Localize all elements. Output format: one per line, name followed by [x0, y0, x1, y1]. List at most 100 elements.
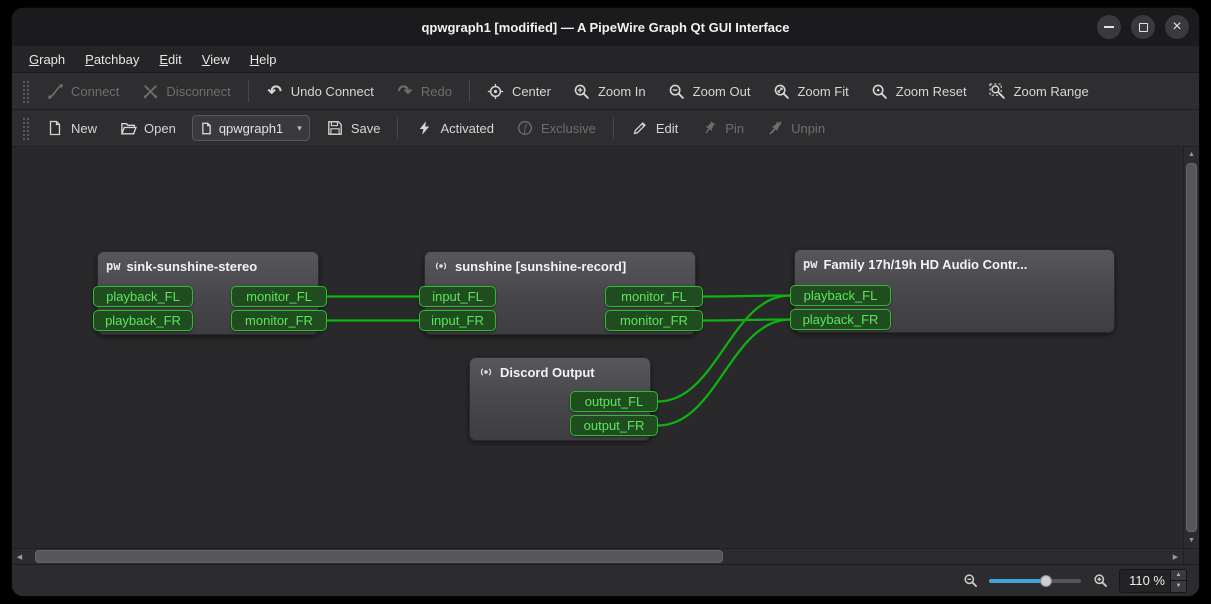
zoom-value: 110 % [1120, 570, 1170, 592]
port-monitor-fl[interactable]: monitor_FL [605, 286, 703, 307]
port-monitor-fr[interactable]: monitor_FR [605, 310, 703, 331]
zoom-slider-handle[interactable] [1040, 575, 1052, 587]
node-discord-output[interactable]: Discord Output output_FL output_FR [469, 357, 651, 441]
zoom-out-small-icon[interactable] [961, 572, 979, 590]
spinbox-arrows: ▲ ▼ [1170, 570, 1186, 592]
new-button[interactable]: New [36, 114, 107, 143]
menu-graph[interactable]: Graph [20, 49, 74, 70]
open-button[interactable]: Open [109, 114, 186, 143]
port-output-fr[interactable]: output_FR [570, 415, 658, 436]
scrollbar-corner [1183, 549, 1199, 564]
activated-bolt-icon [415, 119, 433, 137]
activated-button[interactable]: Activated [405, 114, 503, 143]
port-input-fr[interactable]: input_FR [419, 310, 496, 331]
toolbar-separator [613, 117, 614, 139]
save-icon [326, 119, 344, 137]
patchbay-file-icon [200, 122, 213, 135]
port-monitor-fr[interactable]: monitor_FR [231, 310, 327, 331]
port-output-fl[interactable]: output_FL [570, 391, 658, 412]
maximize-button[interactable] [1131, 15, 1155, 39]
close-button[interactable]: × [1165, 15, 1189, 39]
scroll-left-button[interactable]: ◀ [12, 549, 27, 564]
menu-patchbay[interactable]: Patchbay [76, 49, 148, 70]
disconnect-button[interactable]: Disconnect [131, 77, 240, 106]
minimize-button[interactable] [1097, 15, 1121, 39]
edit-label: Edit [656, 121, 678, 136]
new-file-icon [46, 119, 64, 137]
edge-sunshine-monitor-fr-to-family-playback-fr[interactable] [703, 320, 790, 321]
minimize-icon [1104, 26, 1114, 28]
node-header: pw Family 17h/19h HD Audio Contr... [794, 249, 1115, 279]
scroll-right-button[interactable]: ▶ [1168, 549, 1183, 564]
save-label: Save [351, 121, 381, 136]
port-monitor-fl[interactable]: monitor_FL [231, 286, 327, 307]
zoom-in-button[interactable]: Zoom In [563, 77, 656, 106]
zoom-fit-button[interactable]: Zoom Fit [762, 77, 858, 106]
node-header: pw sink-sunshine-stereo [97, 251, 319, 281]
redo-label: Redo [421, 84, 452, 99]
zoom-reset-label: Zoom Reset [896, 84, 967, 99]
pin-button[interactable]: Pin [690, 114, 754, 143]
menu-edit[interactable]: Edit [150, 49, 190, 70]
redo-button[interactable]: ↷ Redo [386, 77, 462, 106]
menu-view[interactable]: View [193, 49, 239, 70]
port-playback-fl[interactable]: playback_FL [93, 286, 193, 307]
exclusive-button[interactable]: f Exclusive [506, 114, 606, 143]
connect-icon [46, 82, 64, 100]
pin-icon [700, 119, 718, 137]
node-header: Discord Output [469, 357, 651, 387]
zoom-in-small-icon[interactable] [1091, 572, 1109, 590]
edit-button[interactable]: Edit [621, 114, 688, 143]
port-playback-fl[interactable]: playback_FL [790, 285, 891, 306]
scroll-up-button[interactable]: ▲ [1184, 147, 1199, 162]
menu-help[interactable]: Help [241, 49, 286, 70]
zoom-slider[interactable] [989, 573, 1081, 589]
vertical-scrollbar[interactable]: ▲ ▼ [1183, 147, 1199, 548]
zoom-range-button[interactable]: Zoom Range [979, 77, 1099, 106]
node-sink-sunshine-stereo[interactable]: pw sink-sunshine-stereo playback_FL play… [97, 251, 319, 335]
horizontal-scroll-track[interactable] [27, 549, 1168, 564]
horizontal-scrollbar[interactable]: ◀ ▶ [12, 549, 1183, 564]
port-playback-fr[interactable]: playback_FR [93, 310, 193, 331]
close-icon: × [1172, 19, 1181, 35]
pipewire-icon: pw [803, 257, 817, 271]
zoom-spinbox[interactable]: 110 % ▲ ▼ [1119, 569, 1187, 593]
patchbay-profile-combo[interactable]: qpwgraph1 ▾ [192, 115, 310, 141]
node-title: sink-sunshine-stereo [126, 259, 257, 274]
graph-canvas[interactable]: pw sink-sunshine-stereo playback_FL play… [12, 147, 1183, 548]
port-playback-fr[interactable]: playback_FR [790, 309, 891, 330]
vertical-scroll-track[interactable] [1184, 162, 1199, 533]
connection-edges [12, 147, 1183, 548]
edge-discord-output-fr-to-family-playback-fr[interactable] [658, 320, 790, 426]
center-button[interactable]: Center [477, 77, 561, 106]
titlebar[interactable]: qpwgraph1 [modified] — A PipeWire Graph … [12, 8, 1199, 46]
undo-connect-button[interactable]: ↶ Undo Connect [256, 77, 384, 106]
edge-sunshine-monitor-fl-to-family-playback-fl[interactable] [703, 296, 790, 297]
new-label: New [71, 121, 97, 136]
app-window: qpwgraph1 [modified] — A PipeWire Graph … [12, 8, 1199, 596]
toolbar-drag-handle[interactable] [21, 116, 30, 140]
zoom-out-button[interactable]: Zoom Out [658, 77, 761, 106]
toolbar-drag-handle[interactable] [21, 79, 30, 103]
scroll-down-button[interactable]: ▼ [1184, 533, 1199, 548]
record-icon [478, 364, 494, 380]
node-sunshine-record[interactable]: sunshine [sunshine-record] input_FL inpu… [424, 251, 696, 335]
unpin-label: Unpin [791, 121, 825, 136]
horizontal-scroll-handle[interactable] [35, 550, 723, 563]
node-family-hd-audio[interactable]: pw Family 17h/19h HD Audio Contr... play… [794, 249, 1115, 333]
open-folder-icon [119, 119, 137, 137]
redo-icon: ↷ [396, 82, 414, 100]
connect-button[interactable]: Connect [36, 77, 129, 106]
vertical-scroll-handle[interactable] [1186, 163, 1197, 532]
spin-down-button[interactable]: ▼ [1171, 580, 1186, 592]
spin-up-button[interactable]: ▲ [1171, 570, 1186, 581]
zoom-reset-button[interactable]: Zoom Reset [861, 77, 977, 106]
save-button[interactable]: Save [316, 114, 391, 143]
toolbar-separator [248, 80, 249, 102]
unpin-button[interactable]: Unpin [756, 114, 835, 143]
zoom-out-icon [668, 82, 686, 100]
zoom-reset-icon [871, 82, 889, 100]
record-icon [433, 258, 449, 274]
zoom-out-label: Zoom Out [693, 84, 751, 99]
port-input-fl[interactable]: input_FL [419, 286, 496, 307]
